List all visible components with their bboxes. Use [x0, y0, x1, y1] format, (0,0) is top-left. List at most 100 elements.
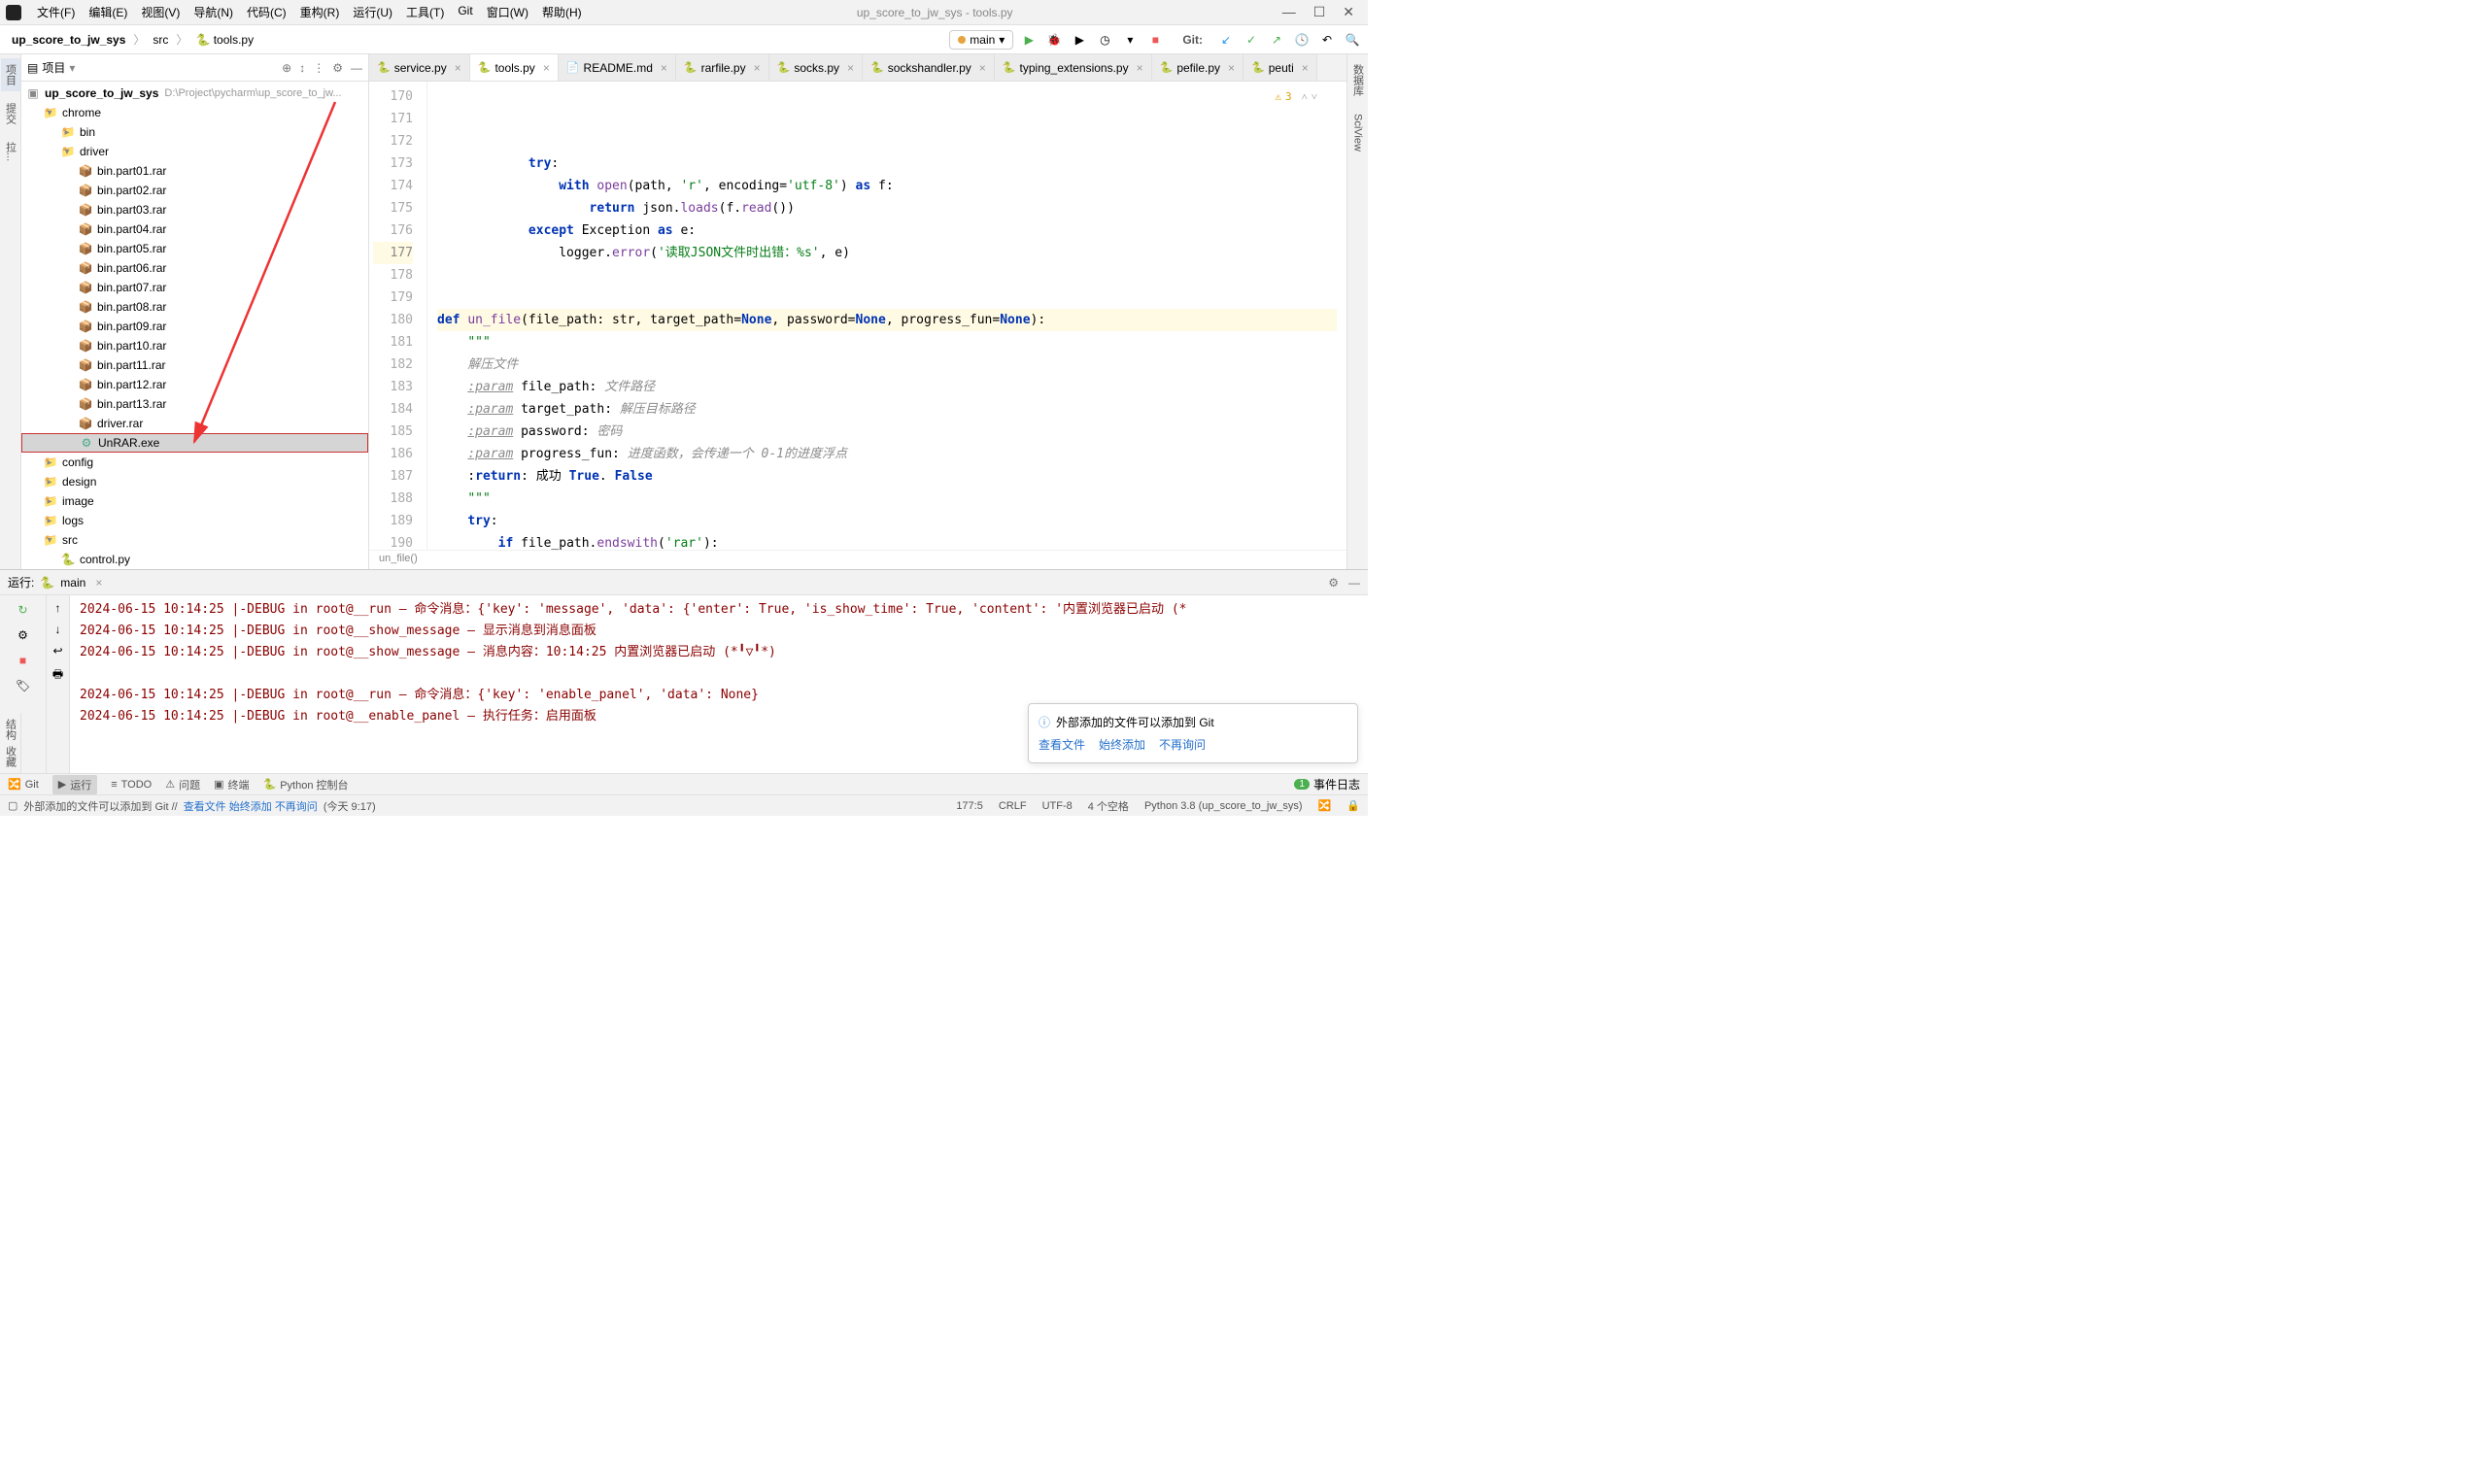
- tree-item[interactable]: ▸📁bin: [21, 122, 368, 142]
- run-settings-button[interactable]: ⚙: [15, 626, 32, 644]
- locate-icon[interactable]: ⊕: [282, 61, 291, 75]
- menu-item[interactable]: 工具(T): [400, 2, 450, 22]
- gutter-line[interactable]: 181: [373, 331, 413, 354]
- tree-item[interactable]: ▾📁chrome: [21, 103, 368, 122]
- breadcrumb-item[interactable]: src: [149, 31, 172, 49]
- maximize-button[interactable]: ☐: [1313, 4, 1326, 20]
- gutter-line[interactable]: 179: [373, 287, 413, 309]
- gutter-line[interactable]: 172: [373, 130, 413, 152]
- git-history-button[interactable]: 🕓: [1294, 32, 1310, 48]
- tree-item[interactable]: 📦bin.part04.rar: [21, 219, 368, 239]
- bottom-tab[interactable]: ≡ TODO: [111, 779, 152, 791]
- indent-settings[interactable]: 4 个空格: [1088, 798, 1129, 814]
- hide-panel-icon[interactable]: —: [351, 61, 362, 75]
- close-tab-icon[interactable]: ×: [543, 61, 550, 75]
- left-tab[interactable]: 提交: [1, 97, 20, 130]
- run-button[interactable]: ▶: [1021, 32, 1037, 48]
- right-tab[interactable]: SciView: [1350, 108, 1366, 157]
- file-encoding[interactable]: UTF-8: [1042, 800, 1073, 812]
- lock-icon[interactable]: 🔒: [1346, 799, 1360, 812]
- tree-item[interactable]: 📦bin.part08.rar: [21, 297, 368, 317]
- gutter-line[interactable]: 170: [373, 85, 413, 108]
- status-link[interactable]: 始终添加: [229, 801, 272, 813]
- close-tab-icon[interactable]: ×: [95, 576, 102, 590]
- close-tab-icon[interactable]: ×: [979, 61, 986, 75]
- line-separator[interactable]: CRLF: [999, 800, 1027, 812]
- stop-button[interactable]: ■: [15, 652, 32, 669]
- settings-icon[interactable]: ⚙: [1328, 576, 1339, 590]
- bottom-tab[interactable]: ▶ 运行: [52, 775, 97, 794]
- git-commit-button[interactable]: ✓: [1244, 32, 1259, 48]
- more-run-icon[interactable]: ▾: [1122, 32, 1138, 48]
- close-tab-icon[interactable]: ×: [1137, 61, 1143, 75]
- down-icon[interactable]: ↓: [55, 623, 61, 636]
- tree-item[interactable]: 📦bin.part06.rar: [21, 258, 368, 278]
- python-interpreter[interactable]: Python 3.8 (up_score_to_jw_sys): [1144, 800, 1303, 812]
- gutter-line[interactable]: 182: [373, 354, 413, 376]
- minimize-button[interactable]: —: [1282, 4, 1296, 20]
- close-button[interactable]: ✕: [1343, 4, 1354, 20]
- bottom-tab[interactable]: 🐍 Python 控制台: [263, 777, 349, 793]
- editor-tab[interactable]: 🐍pefile.py×: [1152, 54, 1244, 81]
- tree-item[interactable]: 📦bin.part09.rar: [21, 317, 368, 336]
- tree-item[interactable]: 📦bin.part07.rar: [21, 278, 368, 297]
- editor-breadcrumb[interactable]: un_file(): [369, 550, 1346, 569]
- menu-item[interactable]: 运行(U): [347, 2, 398, 22]
- git-branch-selector[interactable]: main ▾: [949, 30, 1013, 50]
- gutter-line[interactable]: 178: [373, 264, 413, 287]
- tree-item[interactable]: 📦bin.part11.rar: [21, 355, 368, 375]
- editor-tab[interactable]: 🐍rarfile.py×: [676, 54, 769, 81]
- rerun-button[interactable]: ↻: [15, 601, 32, 619]
- gutter-line[interactable]: 173: [373, 152, 413, 175]
- tree-item[interactable]: 📦bin.part02.rar: [21, 181, 368, 200]
- hide-panel-icon[interactable]: —: [1348, 576, 1360, 590]
- menu-item[interactable]: 重构(R): [294, 2, 346, 22]
- structure-tab[interactable]: 结构: [3, 719, 18, 740]
- left-tab[interactable]: 项目: [1, 58, 20, 91]
- menu-item[interactable]: 视图(V): [135, 2, 186, 22]
- gutter-line[interactable]: 184: [373, 398, 413, 421]
- editor-tab[interactable]: 🐍socks.py×: [769, 54, 863, 81]
- tree-item[interactable]: ▸📁design: [21, 472, 368, 491]
- favorites-tab[interactable]: 收藏: [3, 746, 18, 767]
- close-tab-icon[interactable]: ×: [1302, 61, 1309, 75]
- editor-tab[interactable]: 🐍service.py×: [369, 54, 470, 81]
- gutter-line[interactable]: 186: [373, 443, 413, 465]
- gutter-line[interactable]: 174: [373, 175, 413, 197]
- editor-tab[interactable]: 🐍tools.py×: [470, 54, 559, 81]
- expand-all-icon[interactable]: ↕: [299, 61, 305, 75]
- gutter-line[interactable]: 188: [373, 488, 413, 510]
- menu-item[interactable]: 编辑(E): [83, 2, 133, 22]
- notification-link[interactable]: 查看文件: [1039, 736, 1085, 753]
- search-everywhere-button[interactable]: 🔍: [1345, 32, 1360, 48]
- notification-link[interactable]: 不再询问: [1159, 736, 1206, 753]
- tree-item[interactable]: ▾📁driver: [21, 142, 368, 161]
- event-log-button[interactable]: 1 事件日志: [1294, 776, 1360, 793]
- git-revert-button[interactable]: ↶: [1319, 32, 1335, 48]
- cursor-position[interactable]: 177:5: [956, 800, 983, 812]
- close-tab-icon[interactable]: ×: [661, 61, 667, 75]
- menu-item[interactable]: 导航(N): [187, 2, 239, 22]
- tree-item[interactable]: ▾📁src: [21, 530, 368, 550]
- menu-item[interactable]: 文件(F): [31, 2, 81, 22]
- editor-tab[interactable]: 🐍sockshandler.py×: [863, 54, 995, 81]
- right-tab[interactable]: 数据库: [1348, 58, 1368, 102]
- wrap-icon[interactable]: ↩: [52, 644, 62, 658]
- menu-item[interactable]: 帮助(H): [536, 2, 588, 22]
- close-tab-icon[interactable]: ×: [754, 61, 761, 75]
- git-pull-button[interactable]: ↙: [1218, 32, 1234, 48]
- tree-item[interactable]: 📦bin.part01.rar: [21, 161, 368, 181]
- notification-link[interactable]: 始终添加: [1099, 736, 1145, 753]
- tree-root[interactable]: ▾ ▣ up_score_to_jw_sys D:\Project\pychar…: [21, 84, 368, 103]
- gutter-line[interactable]: 171: [373, 108, 413, 130]
- debug-button[interactable]: 🐞: [1046, 32, 1062, 48]
- status-link[interactable]: 查看文件: [184, 801, 226, 813]
- tree-item[interactable]: ▸📁logs: [21, 511, 368, 530]
- gutter-line[interactable]: 176: [373, 219, 413, 242]
- editor-tab[interactable]: 🐍typing_extensions.py×: [995, 54, 1152, 81]
- gutter-line[interactable]: 189: [373, 510, 413, 532]
- bookmark-icon[interactable]: 🏷: [15, 677, 32, 694]
- bottom-tab[interactable]: ⚠ 问题: [165, 777, 200, 793]
- tree-item[interactable]: 📦bin.part05.rar: [21, 239, 368, 258]
- tree-item[interactable]: ⚙UnRAR.exe: [21, 433, 368, 453]
